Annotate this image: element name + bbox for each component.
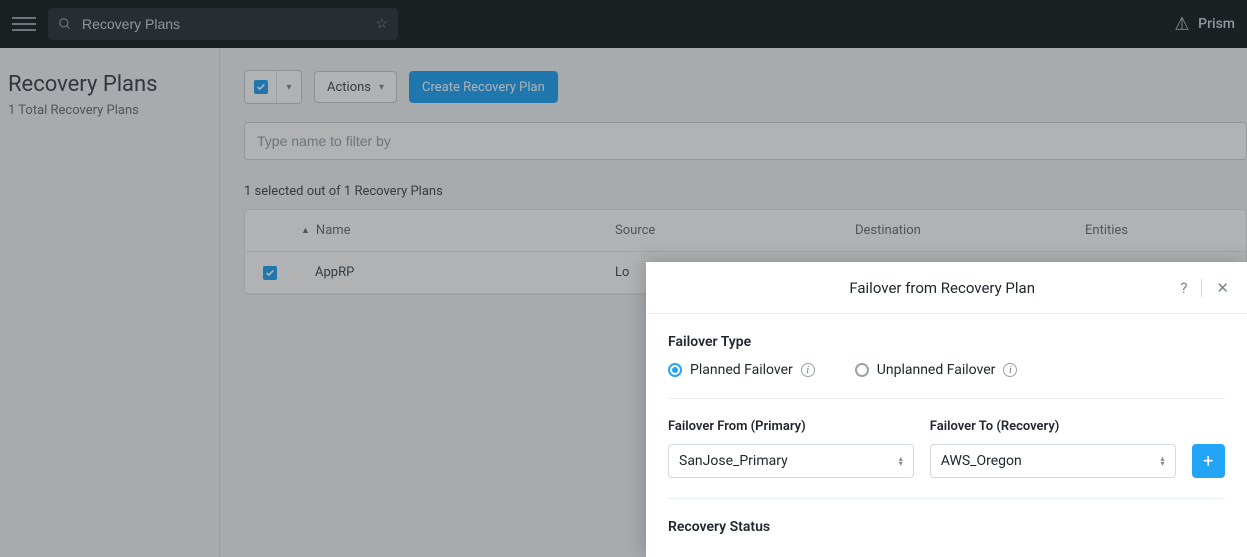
radio-unchecked-icon [855,363,869,377]
failover-from-select[interactable]: SanJose_Primary ▴▾ [668,444,914,478]
unplanned-failover-label: Unplanned Failover [877,362,996,378]
radio-checked-icon [668,363,682,377]
select-caret-icon: ▴▾ [1161,456,1165,466]
info-icon[interactable]: i [1003,363,1017,377]
close-icon[interactable]: ✕ [1216,279,1229,297]
info-icon[interactable]: i [801,363,815,377]
failover-to-value: AWS_Oregon [941,453,1022,469]
add-location-button[interactable]: + [1192,444,1225,478]
planned-failover-radio[interactable]: Planned Failover i [668,362,815,378]
dialog-title: Failover from Recovery Plan [704,279,1180,297]
help-icon[interactable]: ? [1180,279,1187,297]
failover-from-label: Failover From (Primary) [668,419,914,434]
unplanned-failover-radio[interactable]: Unplanned Failover i [855,362,1018,378]
failover-to-select[interactable]: AWS_Oregon ▴▾ [930,444,1176,478]
failover-type-label: Failover Type [668,334,1225,350]
recovery-status-label: Recovery Status [668,519,1225,535]
planned-failover-label: Planned Failover [690,362,793,378]
failover-from-value: SanJose_Primary [679,453,788,469]
failover-to-label: Failover To (Recovery) [930,419,1176,434]
failover-dialog: Failover from Recovery Plan ? ✕ Failover… [646,262,1247,557]
select-caret-icon: ▴▾ [899,456,903,466]
divider [1201,279,1202,297]
